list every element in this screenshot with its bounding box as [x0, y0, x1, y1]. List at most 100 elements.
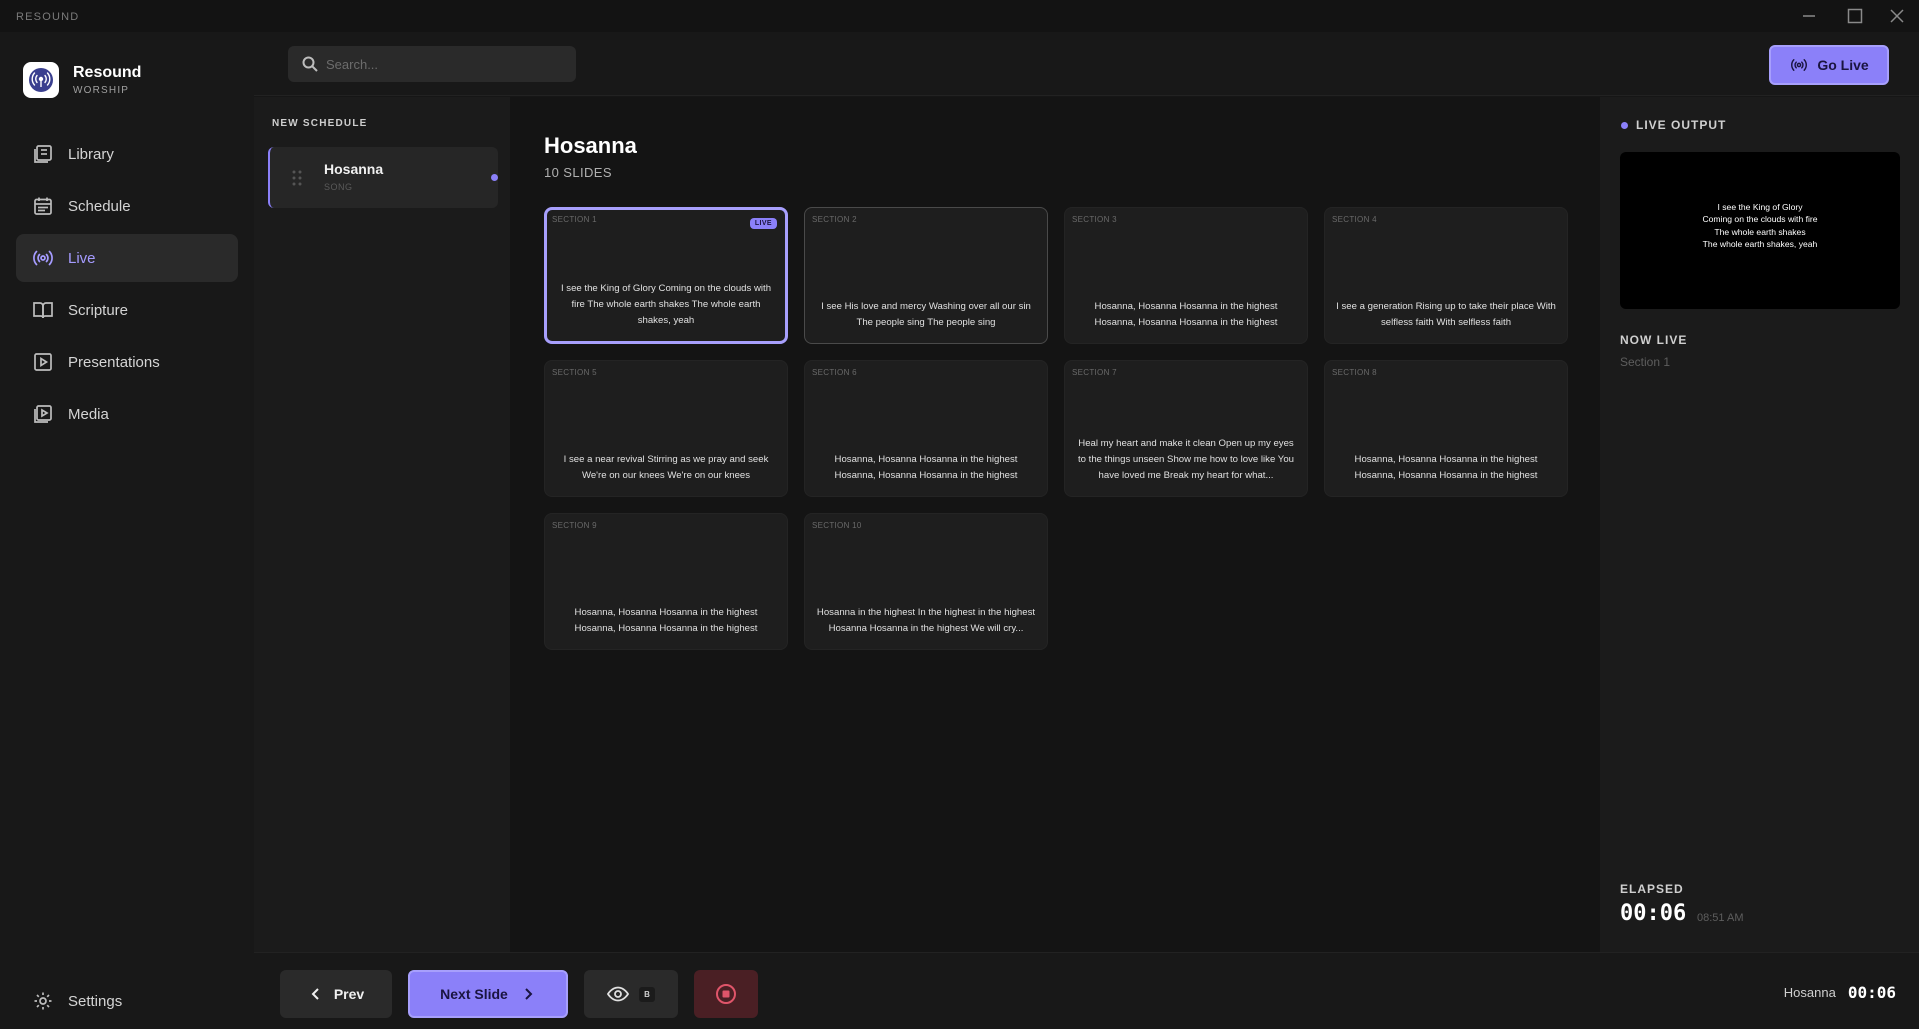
schedule-panel: NEW SCHEDULE Hosanna SONG	[254, 97, 510, 952]
slide-card-4[interactable]: SECTION 4 I see a generation Rising up t…	[1324, 207, 1568, 344]
slide-section-label: SECTION 2	[812, 215, 857, 224]
sidebar-item-label: Live	[68, 249, 96, 267]
sidebar-item-label: Media	[68, 405, 109, 423]
schedule-item-type: SONG	[324, 182, 353, 192]
broadcast-icon	[1791, 59, 1808, 71]
slide-card-3[interactable]: SECTION 3 Hosanna, Hosanna Hosanna in th…	[1064, 207, 1308, 344]
slide-card-7[interactable]: SECTION 7 Heal my heart and make it clea…	[1064, 360, 1308, 497]
slide-section-label: SECTION 7	[1072, 368, 1117, 377]
preview-line: Coming on the clouds with fire	[1702, 214, 1818, 225]
maximize-icon	[1847, 8, 1863, 24]
slide-card-1[interactable]: SECTION 1 LIVE I see the King of Glory C…	[544, 207, 788, 344]
prev-label: Prev	[333, 986, 365, 1002]
app-window: RESOUND Resound WORSHIP Library Schedule…	[0, 0, 1919, 1029]
library-icon	[32, 143, 54, 165]
sidebar-item-presentations[interactable]: Presentations	[16, 338, 238, 386]
calendar-icon	[32, 195, 54, 217]
sidebar-item-media[interactable]: Media	[16, 390, 238, 438]
slide-section-label: SECTION 4	[1332, 215, 1377, 224]
search-icon	[302, 56, 318, 72]
next-label: Next Slide	[440, 986, 508, 1002]
current-elapsed-time: 00:06	[1847, 983, 1896, 1002]
live-output-preview: I see the King of Glory Coming on the cl…	[1620, 152, 1900, 309]
now-live-label: NOW LIVE	[1620, 333, 1688, 347]
slide-text: I see His love and mercy Washing over al…	[821, 301, 1031, 328]
broadcast-icon	[32, 247, 54, 269]
schedule-item[interactable]: Hosanna SONG	[268, 147, 498, 208]
slide-text: Hosanna, Hosanna Hosanna in the highest …	[834, 454, 1018, 481]
maximize-button[interactable]	[1833, 0, 1877, 32]
slide-section-label: SECTION 6	[812, 368, 857, 377]
sidebar-item-schedule[interactable]: Schedule	[16, 182, 238, 230]
brand-subtitle: WORSHIP	[73, 85, 130, 96]
media-icon	[32, 403, 54, 425]
sidebar-item-settings[interactable]: Settings	[16, 977, 238, 1025]
slide-card-9[interactable]: SECTION 9 Hosanna, Hosanna Hosanna in th…	[544, 513, 788, 650]
sidebar-item-library[interactable]: Library	[16, 130, 238, 178]
eye-icon	[607, 986, 630, 1002]
now-live-value: Section 1	[1620, 355, 1671, 369]
window-title: RESOUND	[16, 11, 80, 23]
slide-section-label: SECTION 9	[552, 521, 597, 530]
go-live-label: Go Live	[1817, 57, 1869, 73]
sidebar-item-scripture[interactable]: Scripture	[16, 286, 238, 334]
go-live-button[interactable]: Go Live	[1769, 45, 1889, 85]
broadcast-logo-icon	[29, 68, 53, 92]
slide-section-label: SECTION 5	[552, 368, 597, 377]
top-bar: Go Live	[254, 32, 1919, 96]
now-playing-status: Hosanna 00:06	[1784, 983, 1896, 1002]
book-icon	[32, 299, 54, 321]
live-badge: LIVE	[749, 218, 777, 229]
live-indicator-dot	[491, 174, 498, 181]
schedule-title: NEW SCHEDULE	[272, 118, 368, 129]
next-slide-button[interactable]: Next Slide	[408, 970, 568, 1018]
preview-line: The whole earth shakes	[1714, 226, 1806, 237]
blank-screen-button[interactable]: B	[584, 970, 678, 1018]
slide-count: 10 SLIDES	[544, 165, 612, 180]
search-input[interactable]	[326, 56, 566, 72]
song-title: Hosanna	[544, 133, 637, 158]
gear-icon	[32, 990, 54, 1012]
current-song-name: Hosanna	[1783, 985, 1836, 1000]
slide-card-8[interactable]: SECTION 8 Hosanna, Hosanna Hosanna in th…	[1324, 360, 1568, 497]
chevron-right-icon	[525, 988, 533, 1000]
slide-text: I see the King of Glory Coming on the cl…	[560, 283, 772, 326]
slide-card-2[interactable]: SECTION 2 I see His love and mercy Washi…	[804, 207, 1048, 344]
slide-section-label: SECTION 10	[812, 521, 862, 530]
close-button[interactable]	[1875, 0, 1919, 32]
slide-text: Heal my heart and make it clean Open up …	[1077, 438, 1294, 481]
prev-button[interactable]: Prev	[280, 970, 392, 1018]
elapsed-label: ELAPSED	[1620, 882, 1684, 896]
slide-card-6[interactable]: SECTION 6 Hosanna, Hosanna Hosanna in th…	[804, 360, 1048, 497]
close-icon	[1890, 9, 1904, 23]
slide-card-10[interactable]: SECTION 10 Hosanna in the highest In the…	[804, 513, 1048, 650]
preview-line: The whole earth shakes, yeah	[1702, 239, 1818, 250]
live-output-panel: LIVE OUTPUT I see the King of Glory Comi…	[1600, 97, 1919, 952]
drag-handle-icon[interactable]	[292, 170, 302, 186]
sidebar-item-label: Scripture	[68, 301, 129, 319]
stop-icon	[716, 984, 736, 1004]
sidebar-item-label: Library	[68, 145, 114, 163]
sidebar-item-label: Schedule	[68, 197, 131, 215]
sidebar-item-live[interactable]: Live	[16, 234, 238, 282]
preview-text: I see the King of Glory Coming on the cl…	[1620, 201, 1900, 251]
sidebar-nav: Library Schedule Live Scripture Presenta…	[16, 130, 238, 442]
live-output-header: LIVE OUTPUT	[1621, 118, 1726, 132]
clock-time: 08:51 AM	[1697, 912, 1744, 924]
preview-line: I see the King of Glory	[1717, 202, 1803, 212]
brand-name: Resound	[73, 64, 142, 81]
stop-live-button[interactable]	[694, 970, 758, 1018]
slide-card-5[interactable]: SECTION 5 I see a near revival Stirring …	[544, 360, 788, 497]
schedule-item-name: Hosanna	[324, 161, 384, 177]
bottom-bar: Prev Next Slide B Hosanna 00:06	[254, 952, 1919, 1029]
search-box	[288, 46, 576, 82]
slide-section-label: SECTION 3	[1072, 215, 1117, 224]
elapsed-timer: 00:06	[1620, 901, 1687, 926]
title-bar: RESOUND	[0, 0, 1919, 32]
sidebar-item-label: Presentations	[68, 353, 160, 371]
play-square-icon	[32, 351, 54, 373]
sidebar: Resound WORSHIP Library Schedule Live Sc…	[0, 32, 254, 1029]
live-dot	[1621, 121, 1628, 129]
minimize-button[interactable]	[1787, 0, 1831, 32]
shortcut-key-badge: B	[639, 986, 655, 1002]
